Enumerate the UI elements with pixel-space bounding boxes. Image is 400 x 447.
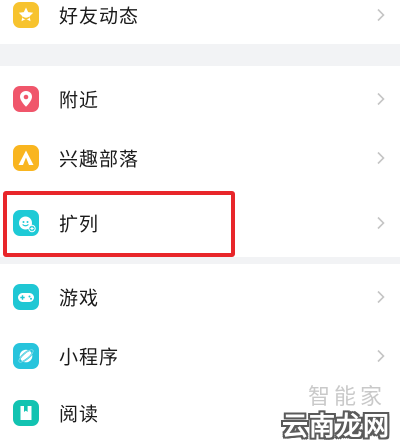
gamepad-icon	[13, 284, 39, 310]
menu-item-label: 好友动态	[59, 5, 140, 28]
chevron-right-icon	[376, 349, 386, 363]
menu-item-label: 附近	[59, 89, 100, 112]
menu-item-expand-friends[interactable]: 扩列	[0, 190, 400, 256]
menu-item-friend-feed[interactable]: 好友动态	[0, 0, 400, 44]
menu-item-label: 兴趣部落	[59, 148, 140, 171]
menu-item-label: 小程序	[59, 346, 120, 369]
chevron-right-icon	[376, 151, 386, 165]
menu-item-games[interactable]: 游戏	[0, 264, 400, 330]
location-pin-icon	[13, 86, 39, 112]
section-separator	[0, 44, 400, 66]
menu-item-label: 游戏	[59, 287, 100, 310]
menu-item-interest-tribe[interactable]: 兴趣部落	[0, 125, 400, 191]
tent-icon	[13, 145, 39, 171]
menu-item-label: 扩列	[59, 213, 100, 236]
smile-plus-icon	[13, 210, 39, 236]
chevron-right-icon	[376, 8, 386, 22]
chevron-right-icon	[376, 290, 386, 304]
menu-item-label: 阅读	[59, 403, 100, 426]
chevron-right-icon	[376, 216, 386, 230]
chevron-right-icon	[376, 92, 386, 106]
menu-item-nearby[interactable]: 附近	[0, 66, 400, 132]
watermark-logo-text: 云南龙网	[281, 412, 390, 442]
star-icon	[13, 2, 39, 28]
section-separator	[0, 257, 400, 264]
book-icon	[13, 400, 39, 426]
planet-icon	[13, 343, 39, 369]
